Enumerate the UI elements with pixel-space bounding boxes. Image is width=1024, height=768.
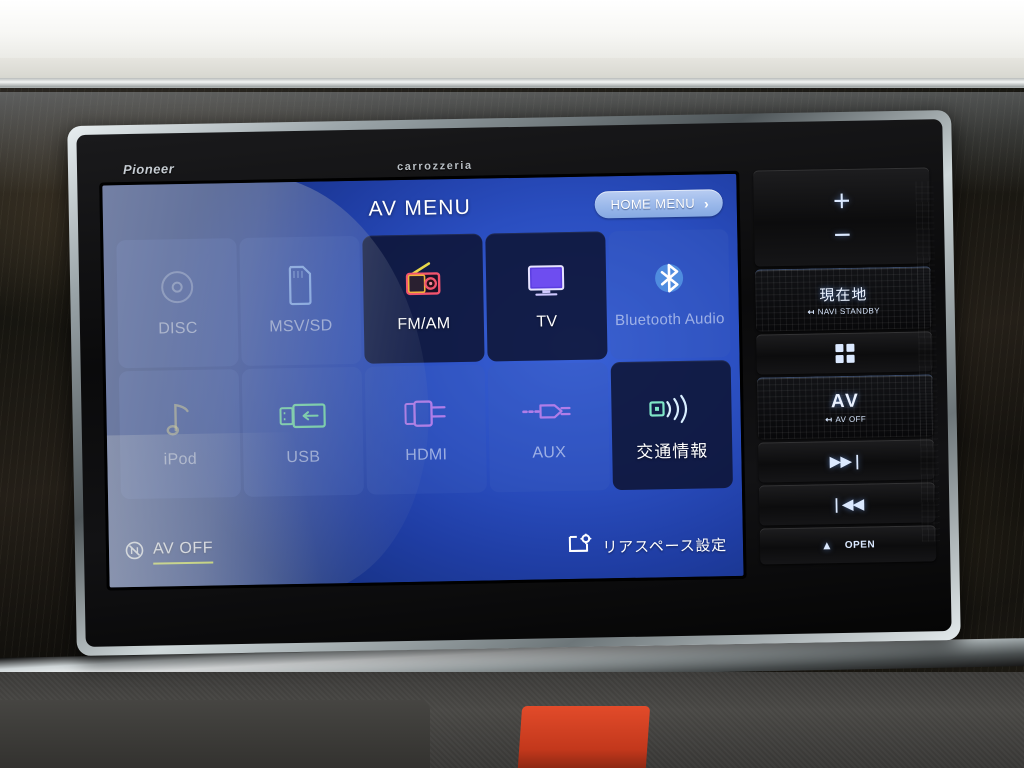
broadcast-icon bbox=[645, 383, 698, 436]
source-tile-traffic-info[interactable]: 交通情報 bbox=[610, 360, 733, 491]
source-tile-label: MSV/SD bbox=[269, 317, 333, 336]
hardware-button-panel: ＋ － 現在地 ↤ NAVI STANDBY AV ↤ AV OFF ▶▶❘ ❘… bbox=[753, 167, 937, 578]
disc-icon bbox=[158, 261, 197, 314]
radio-icon bbox=[399, 256, 448, 309]
home-menu-button[interactable]: HOME MENU › bbox=[594, 189, 723, 219]
source-tile-ipod[interactable]: iPod bbox=[118, 369, 242, 500]
source-tile-label: iPod bbox=[163, 450, 198, 469]
red-console-element bbox=[517, 706, 651, 768]
car-av-head-unit: Pioneer carrozzeria AV MENU HOME MENU › bbox=[67, 109, 961, 657]
head-unit-body: Pioneer carrozzeria AV MENU HOME MENU › bbox=[76, 119, 952, 647]
source-tile-label: TV bbox=[536, 313, 558, 331]
source-tile-aux[interactable]: AUX bbox=[487, 362, 610, 493]
touchscreen-display[interactable]: AV MENU HOME MENU › DISC MSV/SD FM/AM TV… bbox=[102, 173, 744, 588]
rear-space-setting-label: リアスペース設定 bbox=[602, 537, 728, 557]
tv-icon bbox=[522, 254, 571, 307]
volume-up-icon[interactable]: ＋ bbox=[832, 186, 852, 213]
volume-down-icon[interactable]: － bbox=[833, 220, 853, 247]
source-tile-usb[interactable]: USB bbox=[241, 366, 365, 497]
current-location-button[interactable]: 現在地 ↤ NAVI STANDBY bbox=[754, 266, 933, 332]
pioneer-logo: Pioneer bbox=[122, 161, 175, 178]
navi-standby-text: NAVI STANDBY bbox=[817, 305, 881, 316]
source-tile-fm-am[interactable]: FM/AM bbox=[362, 233, 485, 364]
source-tile-tv[interactable]: TV bbox=[485, 231, 608, 362]
source-tile-label: 交通情報 bbox=[636, 441, 709, 462]
source-tile-label: FM/AM bbox=[397, 315, 451, 334]
screen-gear-icon bbox=[568, 533, 593, 561]
chevron-right-icon: › bbox=[703, 194, 709, 211]
eject-open-button[interactable]: ▲ OPEN bbox=[759, 525, 937, 565]
source-tile-grid: DISC MSV/SD FM/AM TV Bluetooth Audio iPo… bbox=[116, 229, 733, 500]
music-note-icon bbox=[162, 392, 197, 445]
av-button[interactable]: AV ↤ AV OFF bbox=[756, 374, 935, 440]
av-off-sub-label: ↤ AV OFF bbox=[825, 415, 866, 425]
av-label: AV bbox=[830, 390, 861, 413]
sd-card-icon bbox=[283, 259, 318, 312]
source-tile-disc[interactable]: DISC bbox=[116, 238, 239, 369]
menu-button[interactable] bbox=[756, 331, 933, 375]
open-label: OPEN bbox=[844, 538, 876, 551]
source-tile-label: HDMI bbox=[405, 446, 448, 465]
eject-icon: ▲ bbox=[820, 538, 833, 553]
next-track-button[interactable]: ▶▶❘ bbox=[758, 439, 935, 483]
prev-track-icon: ❘◀◀ bbox=[830, 495, 865, 512]
home-menu-label: HOME MENU bbox=[610, 195, 696, 213]
source-tile-label: DISC bbox=[158, 319, 198, 338]
rear-space-setting-button[interactable]: リアスペース設定 bbox=[568, 531, 727, 561]
next-track-icon: ▶▶❘ bbox=[829, 452, 864, 469]
aux-jack-icon bbox=[520, 385, 577, 438]
dashboard-top-surface bbox=[0, 0, 1024, 62]
av-off-sub-text: AV OFF bbox=[835, 414, 867, 425]
bluetooth-icon bbox=[649, 252, 690, 305]
source-tile-label: Bluetooth Audio bbox=[614, 310, 725, 330]
touchscreen-frame: AV MENU HOME MENU › DISC MSV/SD FM/AM TV… bbox=[99, 170, 747, 591]
navi-standby-label: ↤ NAVI STANDBY bbox=[807, 306, 880, 316]
hdmi-icon bbox=[399, 387, 452, 440]
source-tile-bluetooth-audio[interactable]: Bluetooth Audio bbox=[608, 229, 731, 360]
volume-rocker-button[interactable]: ＋ － bbox=[753, 167, 931, 267]
arrow-left-icon: ↤ bbox=[807, 306, 815, 317]
source-tile-label: AUX bbox=[532, 444, 567, 462]
previous-track-button[interactable]: ❘◀◀ bbox=[758, 482, 936, 526]
av-off-label: AV OFF bbox=[152, 539, 214, 565]
av-off-button[interactable]: AV OFF bbox=[125, 539, 214, 566]
grid-menu-icon bbox=[834, 343, 855, 363]
arrow-left-icon: ↤ bbox=[825, 415, 833, 425]
usb-icon bbox=[276, 389, 329, 442]
av-off-icon bbox=[125, 541, 144, 565]
source-tile-msv-sd[interactable]: MSV/SD bbox=[239, 235, 362, 366]
carrozzeria-logo: carrozzeria bbox=[396, 159, 473, 174]
current-location-label: 現在地 bbox=[819, 286, 868, 304]
dashboard-lower-left-panel bbox=[0, 700, 430, 768]
source-tile-label: USB bbox=[286, 448, 321, 467]
source-tile-hdmi[interactable]: HDMI bbox=[364, 364, 488, 495]
